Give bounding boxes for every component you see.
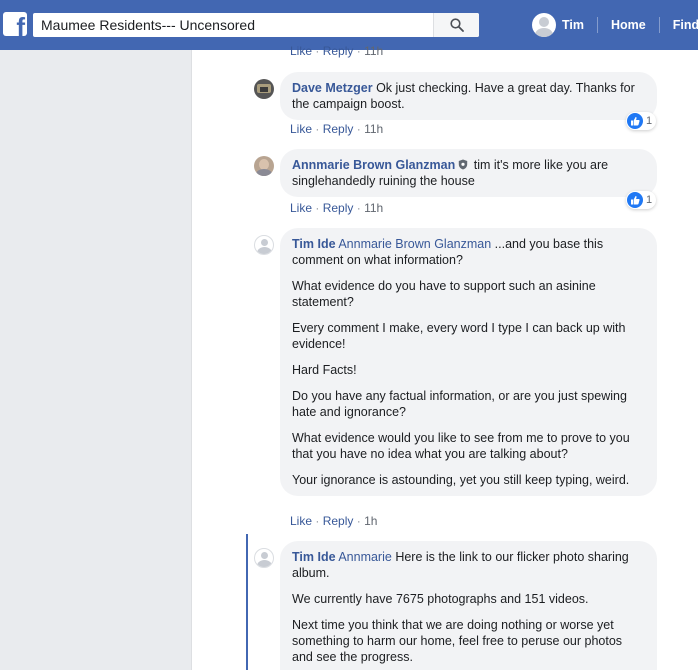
comment-paragraph: Your ignorance is astounding, yet you st… <box>292 473 630 487</box>
comment-paragraph: Hard Facts! <box>292 363 357 377</box>
reply-link[interactable]: Reply <box>323 514 354 528</box>
like-link[interactable]: Like <box>290 201 312 215</box>
comment-actions: Like · Reply · 11h <box>290 44 384 58</box>
search-input[interactable] <box>33 13 433 37</box>
reply-link[interactable]: Reply <box>323 44 354 58</box>
comment-actions: Like · Reply · 1h <box>290 514 378 528</box>
search-button[interactable] <box>433 13 479 37</box>
comment-author[interactable]: Tim Ide <box>292 237 336 251</box>
like-link[interactable]: Like <box>290 44 312 58</box>
comment-paragraph: What evidence do you have to support suc… <box>292 279 596 309</box>
comment-bubble: Tim Ide Annmarie Here is the link to our… <box>280 541 657 670</box>
like-reaction-icon <box>627 113 643 129</box>
like-link[interactable]: Like <box>290 514 312 528</box>
admin-shield-icon <box>459 159 468 170</box>
comment-paragraph: Every comment I make, every word I type … <box>292 321 626 351</box>
search-bar <box>33 13 479 37</box>
mention-link[interactable]: Annmarie Brown Glanzman <box>338 237 491 251</box>
like-reaction-icon <box>627 192 643 208</box>
profile-avatar[interactable] <box>532 13 556 37</box>
comment-bubble: Tim Ide Annmarie Brown Glanzman ...and y… <box>280 228 657 496</box>
nav-divider <box>658 17 660 33</box>
comment-timestamp[interactable]: 11h <box>364 122 383 136</box>
avatar[interactable] <box>254 79 274 99</box>
comment-paragraph: We currently have 7675 photographs and 1… <box>292 592 589 606</box>
comment-actions: Like · Reply · 11h <box>290 122 384 136</box>
reply-link[interactable]: Reply <box>323 122 354 136</box>
comment-paragraph: What evidence would you like to see from… <box>292 431 630 461</box>
comment-author[interactable]: Dave Metzger <box>292 81 373 95</box>
nav-divider <box>597 17 598 33</box>
home-link[interactable]: Home <box>611 18 646 32</box>
profile-link[interactable]: Tim <box>562 18 584 32</box>
top-nav-links: Tim Home Find <box>532 13 698 37</box>
mention-link[interactable]: Annmarie <box>338 550 392 564</box>
left-gutter <box>0 50 191 670</box>
reaction-count[interactable]: 1 <box>626 112 657 130</box>
comment-bubble: Annmarie Brown Glanzman tim it's more li… <box>280 149 657 197</box>
comment-timestamp[interactable]: 1h <box>364 514 377 528</box>
comment-author[interactable]: Annmarie Brown Glanzman <box>292 158 455 172</box>
avatar[interactable] <box>254 156 274 176</box>
avatar[interactable] <box>254 548 274 568</box>
top-navigation-bar: f Tim Home Find <box>0 0 698 50</box>
find-friends-link[interactable]: Find <box>673 18 698 32</box>
comment-author[interactable]: Tim Ide <box>292 550 336 564</box>
like-link[interactable]: Like <box>290 122 312 136</box>
reply-link[interactable]: Reply <box>323 201 354 215</box>
reaction-count[interactable]: 1 <box>626 191 657 209</box>
reaction-count-number: 1 <box>646 194 653 206</box>
comment-paragraph: Do you have any factual information, or … <box>292 389 627 419</box>
comment-timestamp[interactable]: 11h <box>364 201 383 215</box>
thread-highlight-bar <box>246 534 248 670</box>
comment-actions: Like · Reply · 11h <box>290 201 384 215</box>
reaction-count-number: 1 <box>646 115 653 127</box>
comment-timestamp[interactable]: 11h <box>364 44 383 58</box>
comment-paragraph: Next time you think that we are doing no… <box>292 618 623 664</box>
comment-bubble: Dave Metzger Ok just checking. Have a gr… <box>280 72 657 120</box>
facebook-logo-icon[interactable]: f <box>3 12 27 36</box>
search-icon <box>449 18 464 32</box>
avatar[interactable] <box>254 235 274 255</box>
